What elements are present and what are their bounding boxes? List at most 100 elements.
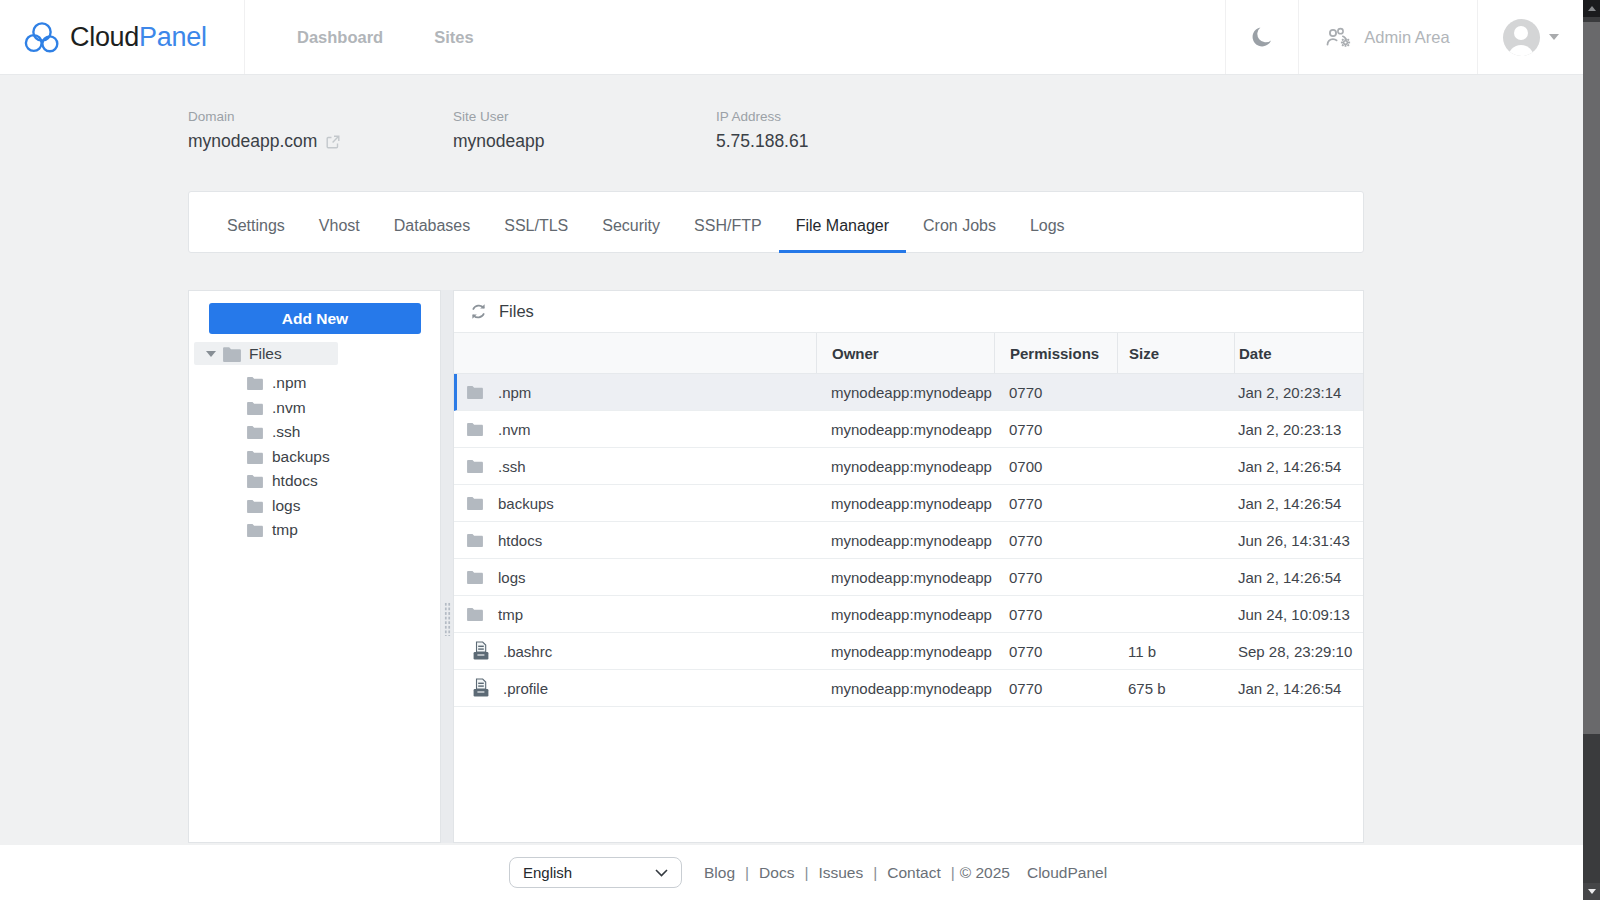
folder-icon [246,376,264,390]
dark-mode-toggle[interactable] [1225,0,1298,74]
logo[interactable]: CloudPanel [0,0,245,74]
file-row-ssh[interactable]: .ssh mynodeapp:mynodeapp 0700 Jan 2, 14:… [454,448,1363,485]
tab-bar: Settings Vhost Databases SSL/TLS Securit… [188,191,1364,253]
page-content: Domain mynodeapp.com Site User mynodeapp… [0,75,1583,845]
table-header: Owner Permissions Size Date [454,333,1363,374]
nav-link-dashboard[interactable]: Dashboard [297,28,383,47]
footer-link-blog[interactable]: Blog [704,864,735,882]
copyright: © 2025 [960,864,1010,882]
moon-icon [1250,25,1275,50]
tab-ssl-tls[interactable]: SSL/TLS [487,192,585,252]
tree-item-npm[interactable]: .npm [194,371,421,396]
file-row-tmp[interactable]: tmp mynodeapp:mynodeapp 0770 Jun 24, 10:… [454,596,1363,633]
app-viewport: CloudPanel Dashboard Sites [0,0,1583,900]
tab-file-manager[interactable]: File Manager [779,192,906,252]
folder-icon [465,496,484,510]
tree-item-htdocs[interactable]: htdocs [194,469,421,494]
files-panel-title: Files [499,302,534,321]
language-select[interactable]: English [509,857,682,888]
info-ip: IP Address 5.75.188.61 [716,109,808,152]
site-info: Domain mynodeapp.com Site User mynodeapp… [188,75,1364,152]
folder-icon [246,425,264,439]
col-owner: Owner [816,333,994,373]
user-menu[interactable] [1477,0,1583,74]
file-row-logs[interactable]: logs mynodeapp:mynodeapp 0770 Jan 2, 14:… [454,559,1363,596]
folder-icon [465,385,484,399]
separator: | [745,864,749,882]
avatar [1503,19,1540,56]
footer: English Blog | Docs | Issues | Contact | © 2025 C… [0,845,1583,900]
admin-users-icon [1326,27,1353,48]
file-row-profile[interactable]: .profile mynodeapp:mynodeapp 0770 675 b … [454,670,1363,707]
file-row-nvm[interactable]: .nvm mynodeapp:mynodeapp 0770 Jan 2, 20:… [454,411,1363,448]
admin-area-label: Admin Area [1364,28,1449,47]
tree-root-label: Files [249,345,282,363]
footer-link-docs[interactable]: Docs [759,864,794,882]
tab-databases[interactable]: Databases [377,192,488,252]
browser-scrollbar[interactable] [1583,0,1600,900]
separator: | [804,864,808,882]
tree-item-tmp[interactable]: tmp [194,518,421,543]
col-name [454,333,816,373]
folder-icon [465,570,484,584]
file-row-bashrc[interactable]: .bashrc mynodeapp:mynodeapp 0770 11 b Se… [454,633,1363,670]
site-user-label: Site User [453,109,716,124]
scrollbar-down-arrow[interactable] [1583,883,1600,900]
tree-item-nvm[interactable]: .nvm [194,396,421,421]
folder-icon [465,422,484,436]
folder-icon [246,401,264,415]
tree-item-ssh[interactable]: .ssh [194,420,421,445]
refresh-icon[interactable] [470,303,487,320]
footer-links: Blog | Docs | Issues | Contact | © 2025 CloudPane… [704,864,1107,882]
tab-logs[interactable]: Logs [1013,192,1082,252]
chevron-down-icon [655,869,668,877]
folder-icon [246,499,264,513]
tree-root-files[interactable]: Files [194,342,338,365]
folder-icon [465,459,484,473]
language-value: English [523,864,572,881]
file-manager: Add New Files .npm .nv [188,290,1364,843]
file-row-htdocs[interactable]: htdocs mynodeapp:mynodeapp 0770 Jun 26, … [454,522,1363,559]
scrollbar-thumb[interactable] [1583,22,1600,734]
domain-value: mynodeapp.com [188,131,317,152]
tree-item-logs[interactable]: logs [194,494,421,519]
footer-link-issues[interactable]: Issues [818,864,863,882]
info-domain: Domain mynodeapp.com [188,109,453,152]
cloudpanel-logo-icon [23,21,61,54]
file-row-npm[interactable]: .npm mynodeapp:mynodeapp 0770 Jan 2, 20:… [454,374,1363,411]
panel-splitter[interactable] [441,290,453,843]
folder-icon [465,533,484,547]
tab-cron-jobs[interactable]: Cron Jobs [906,192,1013,252]
external-link-icon[interactable] [325,134,341,150]
main-nav: Dashboard Sites [245,0,474,74]
tree-item-backups[interactable]: backups [194,445,421,470]
navbar: CloudPanel Dashboard Sites [0,0,1583,75]
file-row-backups[interactable]: backups mynodeapp:mynodeapp 0770 Jan 2, … [454,485,1363,522]
footer-brand: CloudPanel [1027,864,1107,882]
col-size: Size [1117,333,1234,373]
scrollbar-up-arrow[interactable] [1583,0,1600,17]
domain-label: Domain [188,109,453,124]
files-panel-header: Files [454,291,1363,333]
table-body: .npm mynodeapp:mynodeapp 0770 Jan 2, 20:… [454,374,1363,707]
separator: | [873,864,877,882]
col-date: Date [1234,333,1363,373]
add-new-button[interactable]: Add New [209,303,421,334]
chevron-down-icon [1549,34,1559,40]
folder-icon [246,523,264,537]
tab-security[interactable]: Security [585,192,677,252]
folder-icon [465,607,484,621]
files-panel: Files Owner Permissions Size Date .npm m… [453,290,1364,843]
tab-settings[interactable]: Settings [210,192,302,252]
info-site-user: Site User mynodeapp [453,109,716,152]
separator: | [951,864,955,882]
folder-icon [222,346,242,362]
nav-link-sites[interactable]: Sites [434,28,473,47]
col-permissions: Permissions [994,333,1117,373]
tab-ssh-ftp[interactable]: SSH/FTP [677,192,779,252]
footer-link-contact[interactable]: Contact [887,864,940,882]
file-icon [471,678,490,698]
tab-vhost[interactable]: Vhost [302,192,377,252]
file-tree-panel: Add New Files .npm .nv [188,290,441,843]
admin-area-button[interactable]: Admin Area [1298,0,1477,74]
